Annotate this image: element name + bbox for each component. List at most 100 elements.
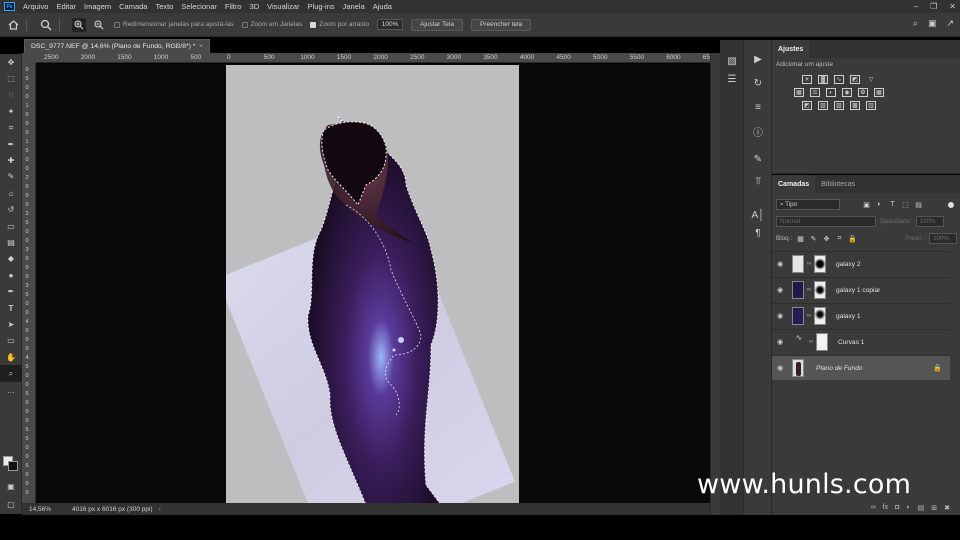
posterize-icon[interactable]: ▧ bbox=[818, 101, 828, 110]
screen-mode-icon[interactable]: ▢ bbox=[0, 496, 22, 512]
curves-icon[interactable]: ∿ bbox=[834, 75, 844, 84]
layer-row[interactable]: ◉ ∞ galaxy 2 bbox=[772, 251, 950, 276]
lock-all-icon[interactable]: 🔒 bbox=[848, 234, 857, 243]
resize-windows-checkbox[interactable]: Redimensionar janelas para ajustá-las bbox=[114, 21, 234, 28]
visibility-eye-icon[interactable]: ◉ bbox=[772, 312, 788, 320]
healing-brush-tool-icon[interactable]: ✚ bbox=[0, 152, 22, 168]
zoom-percent-field[interactable]: 100% bbox=[377, 19, 404, 30]
clone-stamp-tool-icon[interactable]: ⌂ bbox=[0, 185, 22, 201]
photo-filter-icon[interactable]: ◉ bbox=[842, 88, 852, 97]
black-white-icon[interactable]: ◐ bbox=[826, 88, 836, 97]
tab-camadas[interactable]: Camadas bbox=[772, 175, 816, 193]
exposure-icon[interactable]: ◩ bbox=[850, 75, 860, 84]
properties-icon[interactable]: ☰ bbox=[720, 70, 744, 88]
menu-janela[interactable]: Janela bbox=[339, 2, 369, 11]
menu-imagem[interactable]: Imagem bbox=[80, 2, 115, 11]
hand-tool-icon[interactable]: ✋ bbox=[0, 349, 22, 365]
menu-selecionar[interactable]: Selecionar bbox=[177, 2, 220, 11]
menu-3d[interactable]: 3D bbox=[246, 2, 264, 11]
eyedropper-tool-icon[interactable]: ✒ bbox=[0, 136, 22, 152]
layer-row[interactable]: ◉ ∿ ∞ Curvas 1 bbox=[772, 329, 950, 354]
play-actions-icon[interactable]: ▶ bbox=[744, 50, 772, 68]
fit-screen-button[interactable]: Ajustar Tela bbox=[411, 18, 463, 31]
zoom-tool-icon[interactable]: ⌕ bbox=[0, 365, 22, 382]
tab-ajustes[interactable]: Ajustes bbox=[772, 40, 810, 58]
lock-transparent-icon[interactable]: ▦ bbox=[796, 234, 805, 243]
opacity-field[interactable]: 100% bbox=[915, 216, 944, 227]
workspace-icon[interactable]: ▣ bbox=[928, 18, 937, 29]
tab-bibliotecas[interactable]: Bibliotecas bbox=[815, 175, 861, 193]
quick-selection-tool-icon[interactable]: ✦ bbox=[0, 103, 22, 119]
path-selection-tool-icon[interactable]: ➤ bbox=[0, 316, 22, 332]
adjust-sliders-icon[interactable]: ≡ bbox=[744, 98, 772, 116]
layer-name[interactable]: Curvas 1 bbox=[838, 339, 864, 346]
layer-name[interactable]: Plano de Fundo bbox=[816, 365, 863, 372]
layer-mask-thumbnail[interactable] bbox=[814, 307, 826, 325]
layer-row-selected[interactable]: ◉ Plano de Fundo 🔒 bbox=[772, 355, 950, 380]
move-tool-icon[interactable]: ✥ bbox=[0, 54, 22, 70]
quick-mask-icon[interactable]: ▣ bbox=[0, 478, 22, 494]
close-tab-icon[interactable]: × bbox=[199, 43, 203, 50]
delete-layer-icon[interactable]: ✖ bbox=[944, 504, 950, 512]
new-group-icon[interactable]: ▤ bbox=[918, 504, 925, 512]
share-icon[interactable]: ↗ bbox=[946, 18, 954, 29]
paragraph-icon[interactable]: ¶ bbox=[744, 224, 772, 242]
layer-mask-thumbnail[interactable] bbox=[814, 281, 826, 299]
document-tab[interactable]: DSC_9777.NEF @ 14,6% (Plano de Fundo, RG… bbox=[24, 39, 210, 53]
history-brush-tool-icon[interactable]: ↺ bbox=[0, 202, 22, 218]
zoom-tool-icon[interactable] bbox=[39, 18, 53, 32]
vertical-scrollbar[interactable] bbox=[710, 53, 720, 515]
lock-position-icon[interactable]: ✥ bbox=[822, 234, 831, 243]
fill-field[interactable]: 100% bbox=[929, 233, 958, 244]
layer-name[interactable]: galaxy 1 bbox=[836, 313, 861, 320]
selective-color-icon[interactable]: ▥ bbox=[866, 101, 876, 110]
status-menu-arrow-icon[interactable]: › bbox=[159, 506, 161, 513]
menu-texto[interactable]: Texto bbox=[151, 2, 177, 11]
filter-toggle[interactable] bbox=[948, 201, 954, 208]
filter-shape-icon[interactable]: ⬚ bbox=[901, 200, 910, 209]
blend-mode-dropdown[interactable]: Normal bbox=[776, 216, 876, 227]
gradient-tool-icon[interactable]: ▤ bbox=[0, 234, 22, 250]
gradient-map-icon[interactable]: ▩ bbox=[850, 101, 860, 110]
levels-icon[interactable]: ▓ bbox=[818, 75, 828, 84]
hue-saturation-icon[interactable]: ▦ bbox=[794, 88, 804, 97]
type-tool-icon[interactable]: T bbox=[0, 300, 22, 316]
brush-settings-icon[interactable]: ✎ bbox=[744, 150, 772, 168]
layer-row[interactable]: ◉ ∞ galaxy 1 copiar bbox=[772, 277, 950, 302]
layer-row[interactable]: ◉ ∞ galaxy 1 bbox=[772, 303, 950, 328]
crop-tool-icon[interactable]: ⌗ bbox=[0, 120, 22, 136]
layer-name[interactable]: galaxy 2 bbox=[836, 261, 861, 268]
color-balance-icon[interactable]: ⚖ bbox=[810, 88, 820, 97]
artboard-icon[interactable]: ▧ bbox=[720, 52, 744, 70]
blur-tool-icon[interactable]: ◆ bbox=[0, 251, 22, 267]
filter-type-icon[interactable]: T bbox=[888, 200, 897, 209]
zoom-out-icon[interactable] bbox=[92, 18, 106, 32]
more-tools-icon[interactable]: … bbox=[0, 382, 22, 398]
layer-mask-thumbnail[interactable] bbox=[814, 255, 826, 273]
lock-artboard-icon[interactable]: ⌗ bbox=[835, 234, 844, 243]
zoom-level[interactable]: 14,56% bbox=[22, 506, 66, 513]
menu-filtro[interactable]: Filtro bbox=[221, 2, 246, 11]
zoom-in-icon[interactable] bbox=[72, 17, 86, 32]
invert-icon[interactable]: ◩ bbox=[802, 101, 812, 110]
background-color[interactable] bbox=[8, 461, 18, 471]
visibility-eye-icon[interactable]: ◉ bbox=[772, 338, 788, 346]
pen-tool-icon[interactable]: ✒ bbox=[0, 283, 22, 299]
visibility-eye-icon[interactable]: ◉ bbox=[772, 286, 788, 294]
canvas-area[interactable] bbox=[36, 64, 710, 504]
menu-plugins[interactable]: Plug-ins bbox=[304, 2, 339, 11]
color-lookup-icon[interactable]: ▦ bbox=[874, 88, 884, 97]
info-icon[interactable]: ⓘ bbox=[744, 122, 772, 140]
minimize-button[interactable]: – bbox=[914, 2, 918, 11]
layer-mask-thumbnail[interactable] bbox=[816, 333, 828, 351]
marquee-tool-icon[interactable]: ⬚ bbox=[0, 70, 22, 86]
menu-visualizar[interactable]: Visualizar bbox=[263, 2, 303, 11]
search-icon[interactable]: ⌕ bbox=[913, 18, 918, 29]
dodge-tool-icon[interactable]: ● bbox=[0, 267, 22, 283]
lasso-tool-icon[interactable]: ◌ bbox=[0, 87, 22, 103]
layer-style-icon[interactable]: fx bbox=[883, 504, 888, 511]
brush-tool-icon[interactable]: ✎ bbox=[0, 169, 22, 185]
menu-arquivo[interactable]: Arquivo bbox=[19, 2, 52, 11]
rectangle-tool-icon[interactable]: ▭ bbox=[0, 333, 22, 349]
filter-adjustment-icon[interactable]: ◐ bbox=[875, 200, 884, 209]
